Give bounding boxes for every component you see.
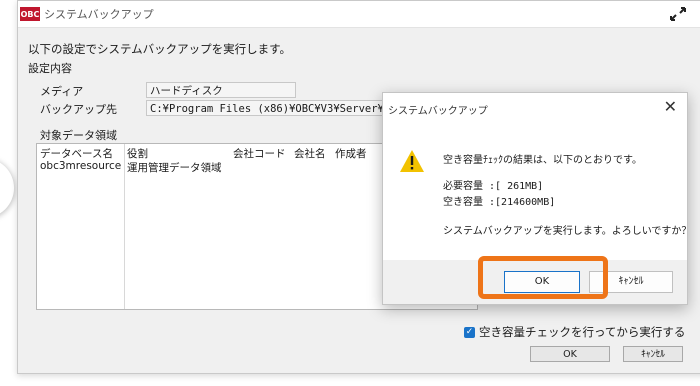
window-title: システムバックアップ	[44, 8, 154, 21]
required-capacity: 必要容量 :[ 261MB]	[443, 181, 544, 192]
target-area-label: 対象データ領域	[40, 129, 117, 142]
checkbox-label: 空き容量チェックを行ってから実行する	[479, 325, 686, 339]
expand-icon[interactable]	[668, 5, 688, 23]
destination-label: バックアップ先	[40, 103, 117, 116]
dialog-question: システムバックアップを実行します。よろしいですか？	[443, 226, 692, 237]
section-label: 設定内容	[28, 62, 72, 75]
instruction-text: 以下の設定でシステムバックアップを実行します。	[28, 42, 292, 56]
warning-icon	[400, 150, 424, 172]
title-bar: OBC システムバックアップ	[18, 1, 700, 28]
free-space-check-option[interactable]: ✓ 空き容量チェックを行ってから実行する	[464, 324, 685, 340]
obc-logo: OBC	[20, 7, 40, 21]
checkbox-checked-icon[interactable]: ✓	[464, 326, 475, 338]
column-header-role[interactable]: 役割	[127, 146, 148, 161]
media-label: メディア	[40, 85, 84, 98]
destination-field: C:¥Program Files (x86)¥OBC¥V3¥Server¥EM¥	[146, 100, 391, 116]
column-header-company-name[interactable]: 会社名	[294, 146, 326, 161]
media-field: ハードディスク	[146, 82, 296, 98]
dialog-title: システムバックアップ	[388, 106, 488, 117]
ok-button[interactable]: OK	[530, 346, 610, 362]
table-cell-database[interactable]: obc3mresource	[40, 160, 121, 172]
column-header-database[interactable]: データベース名	[40, 146, 113, 161]
close-icon[interactable]: ✕	[664, 97, 677, 116]
cancel-button[interactable]: ｷｬﾝｾﾙ	[623, 346, 683, 362]
ok-button-highlight	[478, 256, 608, 299]
table-cell-role[interactable]: 運用管理データ領域	[127, 160, 222, 175]
free-capacity: 空き容量 :[214600MB]	[443, 197, 556, 208]
dialog-message: 空き容量ﾁｪｯｸの結果は、以下のとおりです。	[443, 155, 642, 166]
column-header-company-code[interactable]: 会社コード	[233, 146, 286, 161]
side-panel-bubble	[0, 158, 14, 218]
column-divider	[124, 144, 125, 309]
column-header-author[interactable]: 作成者	[335, 146, 367, 161]
